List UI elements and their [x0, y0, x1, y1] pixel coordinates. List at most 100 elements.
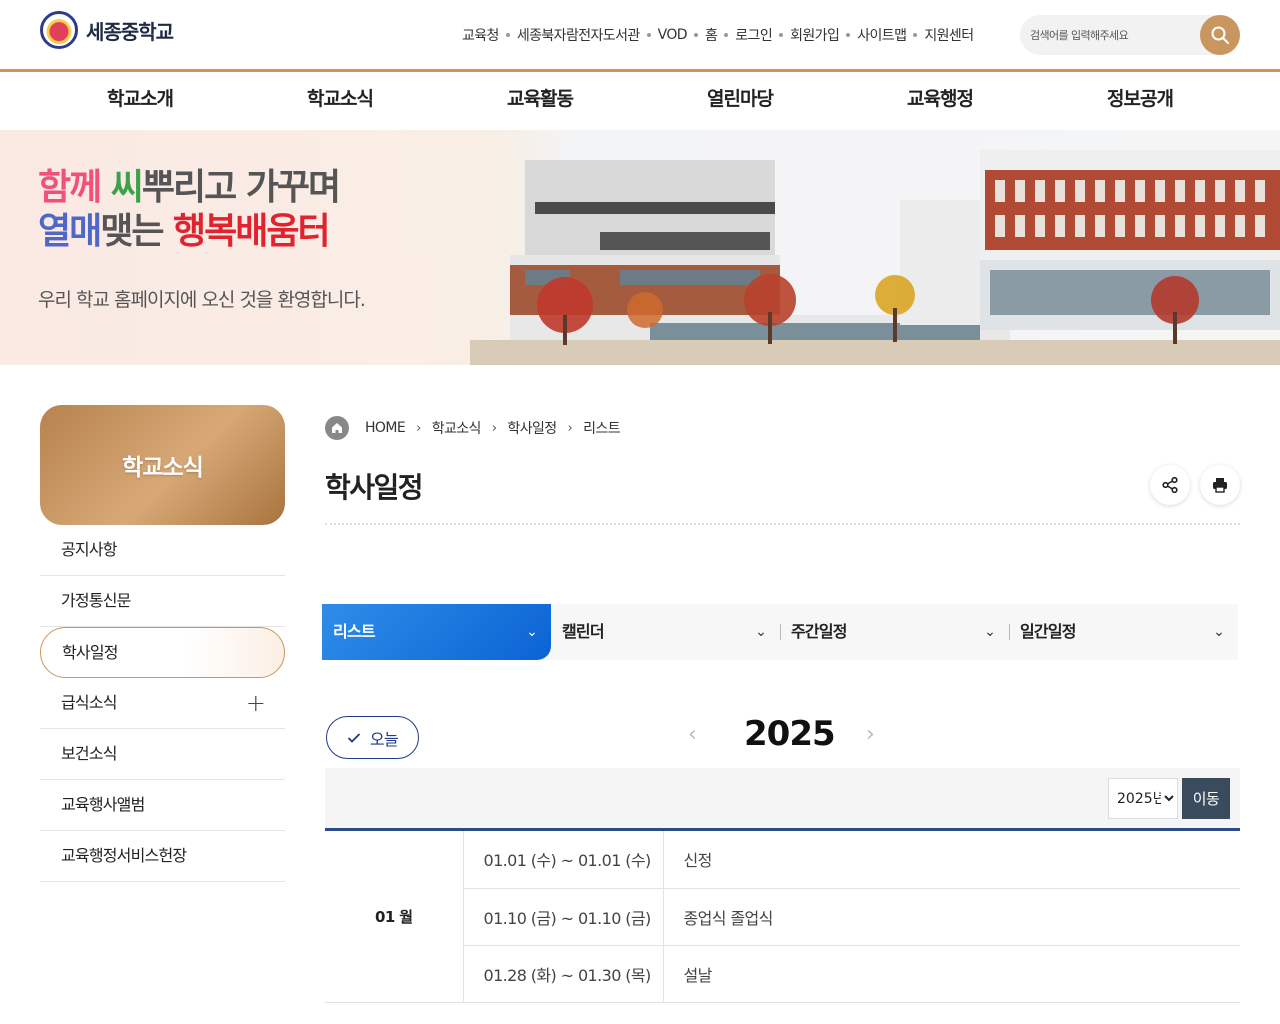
search-button[interactable] — [1200, 15, 1240, 55]
lnb-item-label: 교육행사앨범 — [61, 795, 145, 814]
lnb-item-label: 공지사항 — [61, 540, 117, 559]
slogan-word: 열매 — [38, 211, 102, 252]
top-header: 세종중학교 교육청 세종북자람전자도서관 VOD 홈 로그인 회원가입 사이트맵… — [0, 0, 1280, 72]
slogan-word: 맺는 — [100, 211, 164, 252]
slogan-line-2: 열매맺는 행복배움터 — [38, 210, 339, 254]
separator-dot — [646, 33, 651, 37]
current-year: 2025 — [744, 714, 836, 754]
view-tabs: 리스트 ⌄ 캘린더 ⌄ 주간일정 ⌄ 일간일정 ⌄ — [322, 604, 1238, 660]
separator-dot — [913, 33, 918, 37]
chevron-down-icon: ⌄ — [984, 624, 996, 640]
chevron-right-icon: › — [491, 420, 497, 436]
slogan-word: 뿌리고 가꾸며 — [141, 167, 341, 208]
school-logo[interactable]: 세종중학교 — [40, 11, 174, 49]
gnb-item-disclosure[interactable]: 정보공개 — [1040, 72, 1240, 126]
date-cell: 01.10 (금) ~ 01.10 (금) — [463, 888, 664, 946]
util-link-join[interactable]: 회원가입 — [790, 25, 840, 45]
lnb-item-label: 보건소식 — [61, 744, 117, 763]
event-cell: 신정 — [663, 831, 1240, 889]
tab-label: 캘린더 — [562, 622, 605, 641]
chevron-right-icon: › — [567, 420, 573, 436]
month-cell: 01 월 — [325, 831, 464, 1003]
gnb-item-community[interactable]: 열린마당 — [640, 72, 840, 126]
tab-weekly[interactable]: 주간일정 ⌄ — [780, 604, 1009, 660]
year-navigator: ‹ 2025 › — [680, 712, 890, 760]
gnb-item-news[interactable]: 학교소식 — [240, 72, 440, 126]
util-link-home[interactable]: 홈 — [705, 25, 718, 45]
school-building-image — [470, 130, 1280, 365]
separator-dot — [846, 33, 851, 37]
util-link-library[interactable]: 세종북자람전자도서관 — [517, 25, 640, 45]
check-icon — [347, 732, 361, 743]
tab-label: 주간일정 — [791, 622, 847, 641]
year-select[interactable]: 2025년 — [1108, 778, 1178, 819]
lnb-item-meal[interactable]: 급식소식 + — [40, 678, 285, 729]
breadcrumb-item[interactable]: 학교소식 — [432, 418, 482, 438]
lnb-item-newsletter[interactable]: 가정통신문 — [40, 576, 285, 627]
util-link-login[interactable]: 로그인 — [735, 25, 772, 45]
tab-daily[interactable]: 일간일정 ⌄ — [1009, 604, 1238, 660]
utility-menu: 교육청 세종북자람전자도서관 VOD 홈 로그인 회원가입 사이트맵 지원센터 — [462, 25, 974, 45]
separator-dot — [724, 33, 729, 37]
print-button[interactable] — [1200, 465, 1240, 505]
chevron-right-icon: › — [416, 420, 421, 436]
main-navigation: 학교소개 학교소식 교육활동 열린마당 교육행정 정보공개 — [0, 72, 1280, 130]
tab-list[interactable]: 리스트 ⌄ — [322, 604, 551, 660]
lnb-item-health[interactable]: 보건소식 — [40, 729, 285, 780]
home-icon[interactable] — [325, 416, 349, 440]
lnb-item-service-charter[interactable]: 교육행정서비스헌장 — [40, 831, 285, 882]
side-menu: 공지사항 가정통신문 학사일정 급식소식 + 보건소식 교육행사앨범 교육행정서비… — [40, 525, 285, 882]
expand-plus-icon[interactable]: + — [246, 678, 266, 728]
search-box — [1020, 15, 1240, 55]
lnb-title: 학교소식 — [40, 405, 285, 525]
today-button[interactable]: 오늘 — [326, 716, 419, 759]
prev-year-icon[interactable]: ‹ — [688, 722, 697, 747]
tab-calendar[interactable]: 캘린더 ⌄ — [551, 604, 780, 660]
table-row: 01.28 (화) ~ 01.30 (목) 설날 — [325, 945, 1240, 1003]
welcome-message: 우리 학교 홈페이지에 오신 것을 환영합니다. — [38, 289, 366, 311]
breadcrumb-home[interactable]: HOME — [365, 420, 406, 436]
lnb-item-label: 교육행정서비스헌장 — [61, 846, 187, 865]
date-cell: 01.01 (수) ~ 01.01 (수) — [463, 831, 664, 889]
lnb-item-academic-calendar[interactable]: 학사일정 — [40, 627, 285, 678]
chevron-down-icon: ⌄ — [755, 624, 767, 640]
tab-divider — [1009, 624, 1010, 640]
breadcrumb: HOME › 학교소식 › 학사일정 › 리스트 — [325, 416, 621, 440]
table-row: 01.10 (금) ~ 01.10 (금) 종업식 졸업식 — [325, 888, 1240, 946]
util-link-vod[interactable]: VOD — [658, 27, 688, 43]
lnb-item-label: 급식소식 — [61, 693, 117, 712]
search-icon — [1211, 26, 1229, 44]
breadcrumb-item[interactable]: 학사일정 — [507, 418, 557, 438]
separator-dot — [505, 33, 510, 37]
lnb-item-album[interactable]: 교육행사앨범 — [40, 780, 285, 831]
util-link-support[interactable]: 지원센터 — [924, 25, 974, 45]
page-title: 학사일정 — [325, 471, 424, 504]
util-link-sitemap[interactable]: 사이트맵 — [857, 25, 907, 45]
share-button[interactable] — [1150, 465, 1190, 505]
gnb-item-activities[interactable]: 교육활동 — [440, 72, 640, 126]
separator-dot — [694, 33, 698, 37]
main-visual-banner: 함께 씨뿌리고 가꾸며 열매맺는 행복배움터 우리 학교 홈페이지에 오신 것을… — [0, 130, 1280, 365]
year-filter-bar: 2025년 이동 — [325, 768, 1240, 828]
schedule-table: 01 월 01.01 (수) ~ 01.01 (수) 신정 01.10 (금) … — [325, 828, 1240, 1003]
lnb-item-notice[interactable]: 공지사항 — [40, 525, 285, 576]
share-icon — [1162, 476, 1178, 494]
util-link-office[interactable]: 교육청 — [462, 25, 499, 45]
slogan-word: 함께 — [38, 167, 102, 208]
slogan-line-1: 함께 씨뿌리고 가꾸며 — [38, 166, 341, 210]
lnb-item-label: 학사일정 — [62, 643, 118, 662]
go-button[interactable]: 이동 — [1182, 778, 1230, 819]
page-tools — [1150, 465, 1240, 505]
separator-dot — [779, 33, 784, 37]
today-label: 오늘 — [369, 729, 399, 749]
search-input[interactable] — [1030, 15, 1200, 55]
lnb-item-label: 가정통신문 — [61, 591, 131, 610]
event-cell: 종업식 졸업식 — [663, 888, 1240, 946]
next-year-icon[interactable]: › — [866, 722, 875, 747]
tab-divider — [780, 624, 781, 640]
title-divider — [325, 523, 1240, 525]
gnb-item-about[interactable]: 학교소개 — [40, 72, 240, 126]
slogan-word: 씨 — [110, 167, 144, 208]
gnb-item-administration[interactable]: 교육행정 — [840, 72, 1040, 126]
chevron-down-icon: ⌄ — [526, 624, 538, 640]
